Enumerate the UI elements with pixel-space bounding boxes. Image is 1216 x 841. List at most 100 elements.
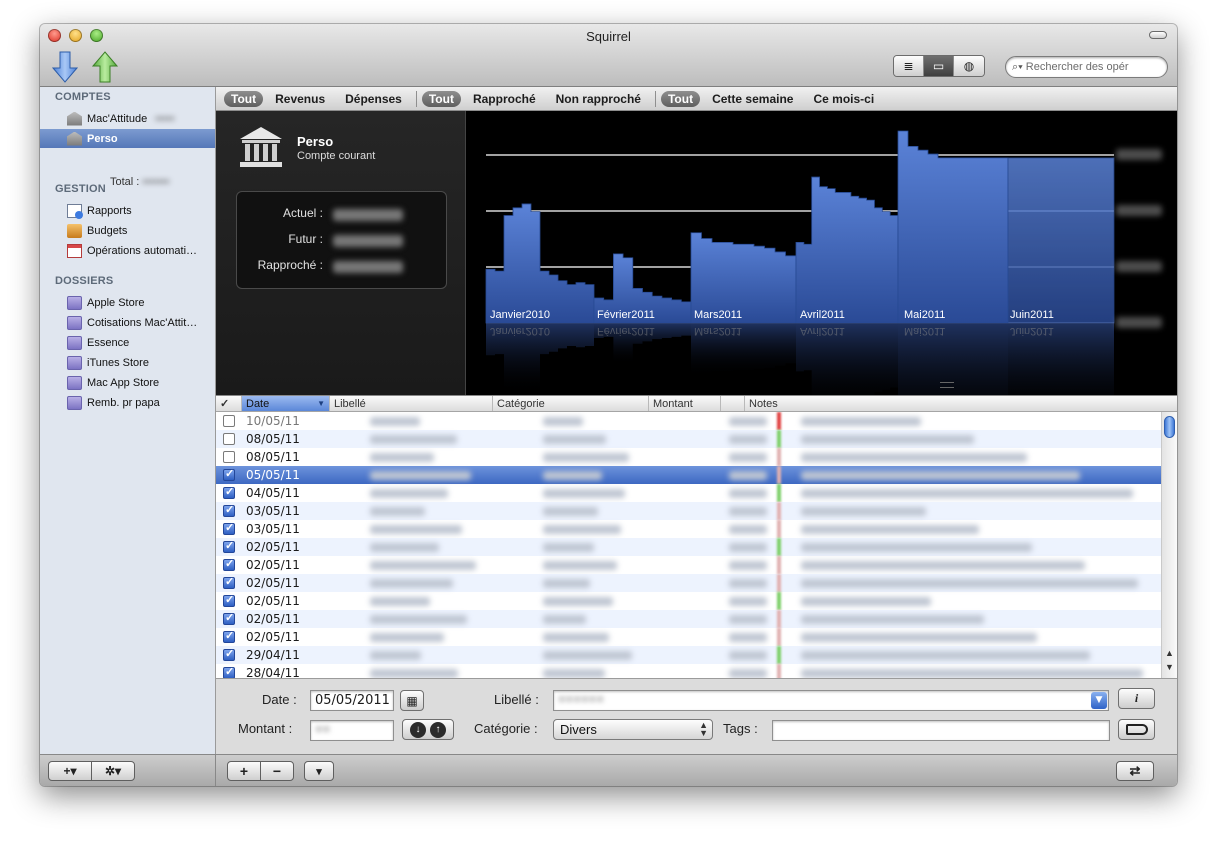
card-view-icon[interactable]: ▭ <box>924 56 954 76</box>
sidebar-account-macattitude[interactable]: Mac'Attitude ••••• <box>40 109 215 128</box>
sidebar-account-perso[interactable]: Perso <box>40 129 215 148</box>
debit-arrow-icon[interactable]: ↓ <box>410 721 426 738</box>
cell-libelle <box>370 650 421 660</box>
table-row[interactable]: 02/05/11 <box>216 592 1161 610</box>
table-row[interactable]: 08/05/11 <box>216 448 1161 466</box>
reconcile-checkbox[interactable] <box>223 557 235 571</box>
tag-button[interactable] <box>1118 719 1155 740</box>
list-view-icon[interactable]: ≣ <box>894 56 924 76</box>
y-axis-labels <box>1116 149 1162 328</box>
reconcile-checkbox[interactable] <box>223 611 235 625</box>
column-check[interactable]: ✓ <box>216 396 242 411</box>
reconcile-checkbox[interactable] <box>223 433 235 445</box>
filter-rapproche[interactable]: Rapproché <box>465 91 544 107</box>
folder-icon <box>67 395 82 410</box>
table-scrollbar[interactable]: ▲ ▼ <box>1161 412 1177 678</box>
date-field[interactable]: 05/05/2011 <box>310 690 394 711</box>
reconcile-checkbox[interactable] <box>223 415 235 427</box>
reconcile-checkbox[interactable] <box>223 503 235 517</box>
table-row[interactable]: 05/05/11 <box>216 466 1161 484</box>
table-row[interactable]: 10/05/11 <box>216 412 1161 430</box>
cell-libelle <box>370 416 420 426</box>
table-row[interactable]: 02/05/11 <box>216 538 1161 556</box>
transactions-table: 10/05/11 08/05/11 08/05/11 05/05/11 04/05/11… <box>216 412 1161 678</box>
reconcile-checkbox[interactable] <box>223 451 235 463</box>
reconcile-checkbox[interactable] <box>223 467 235 481</box>
table-row[interactable]: 03/05/11 <box>216 502 1161 520</box>
reconcile-checkbox[interactable] <box>223 647 235 661</box>
reconcile-checkbox[interactable] <box>223 521 235 535</box>
resize-grip[interactable] <box>940 382 954 388</box>
column-notes[interactable]: Notes <box>745 396 1177 411</box>
reconcile-checkbox[interactable] <box>223 575 235 589</box>
reconcile-checkbox[interactable] <box>223 629 235 643</box>
table-row[interactable]: 29/04/11 <box>216 646 1161 664</box>
table-row[interactable]: 02/05/11 <box>216 628 1161 646</box>
gear-icon[interactable]: ✲▾ <box>91 761 135 781</box>
reconcile-checkbox[interactable] <box>223 539 235 553</box>
info-button[interactable]: i <box>1118 688 1155 709</box>
sidebar-item-budgets[interactable]: Budgets <box>40 221 215 240</box>
sidebar-folder-mac-app-store[interactable]: Mac App Store <box>40 373 215 392</box>
filter-non-rapproche[interactable]: Non rapproché <box>548 91 649 107</box>
calendar-button[interactable]: ▦ <box>400 690 424 711</box>
reconcile-checkbox[interactable] <box>223 665 235 678</box>
sidebar-folder-itunes[interactable]: iTunes Store <box>40 353 215 372</box>
filter-all-period[interactable]: Tout <box>660 90 701 107</box>
chevron-down-icon[interactable]: ▼ <box>1091 692 1107 709</box>
filter-revenus[interactable]: Revenus <box>267 91 333 107</box>
reconcile-checkbox[interactable] <box>223 593 235 607</box>
swap-button[interactable]: ⇄ <box>1116 761 1154 781</box>
cell-categorie <box>543 650 632 660</box>
sidebar-folder-remb-papa[interactable]: Remb. pr papa <box>40 393 215 412</box>
cell-montant <box>729 470 767 480</box>
sidebar-folder-essence[interactable]: Essence <box>40 333 215 352</box>
reconcile-checkbox[interactable] <box>223 485 235 499</box>
balance-chart: Janvier2010 Février2011 Mars2011 Avril2011 M… <box>466 111 1177 395</box>
toggle-editor-button[interactable]: ▾ <box>304 761 334 781</box>
search-field[interactable]: ⌕▾ Rechercher des opér <box>1005 56 1168 78</box>
sidebar-folder-apple-store[interactable]: Apple Store <box>40 293 215 312</box>
categorie-popup[interactable]: Divers ▲ ▼ <box>553 719 713 740</box>
table-row[interactable]: 02/05/11 <box>216 574 1161 592</box>
remove-transaction-button[interactable]: − <box>260 761 294 781</box>
scroll-down-arrow[interactable]: ▼ <box>1165 662 1174 672</box>
column-status[interactable] <box>721 396 745 411</box>
sidebar-item-rapports[interactable]: Rapports <box>40 201 215 220</box>
scroll-thumb[interactable] <box>1164 416 1175 438</box>
table-row[interactable]: 04/05/11 <box>216 484 1161 502</box>
filter-depenses[interactable]: Dépenses <box>337 91 410 107</box>
down-arrow-icon[interactable] <box>52 51 78 83</box>
filter-cette-semaine[interactable]: Cette semaine <box>704 91 801 107</box>
globe-view-icon[interactable]: ◍ <box>954 56 984 76</box>
filter-all-reconcile[interactable]: Tout <box>421 90 461 107</box>
toolbar-toggle-button[interactable] <box>1149 31 1167 39</box>
table-row[interactable]: 03/05/11 <box>216 520 1161 538</box>
scroll-up-arrow[interactable]: ▲ <box>1165 648 1174 658</box>
cell-notes <box>801 434 974 444</box>
cell-categorie <box>543 668 605 678</box>
column-montant[interactable]: Montant <box>649 396 721 411</box>
calendar-icon <box>67 243 82 258</box>
table-row[interactable]: 02/05/11 <box>216 610 1161 628</box>
add-account-button[interactable]: +▾ <box>48 761 92 781</box>
table-row[interactable]: 02/05/11 <box>216 556 1161 574</box>
tags-field[interactable] <box>772 720 1110 741</box>
add-transaction-button[interactable]: + <box>227 761 261 781</box>
table-row[interactable]: 28/04/11 <box>216 664 1161 678</box>
cell-date: 02/05/11 <box>246 612 300 626</box>
cell-notes <box>801 614 984 624</box>
credit-arrow-icon[interactable]: ↑ <box>430 721 446 738</box>
filter-all-type[interactable]: Tout <box>224 90 264 107</box>
sidebar-folder-cotisations[interactable]: Cotisations Mac'Attit… <box>40 313 215 332</box>
column-libelle[interactable]: Libellé <box>330 396 493 411</box>
libelle-field[interactable]: •••••• ▼ <box>553 690 1109 711</box>
column-date[interactable]: Date <box>242 396 330 411</box>
filter-ce-mois[interactable]: Ce mois-ci <box>805 91 882 107</box>
column-categorie[interactable]: Catégorie <box>493 396 649 411</box>
montant-field[interactable]: •• <box>310 720 394 741</box>
sidebar-item-operations-auto[interactable]: Opérations automati… <box>40 241 215 260</box>
table-row[interactable]: 08/05/11 <box>216 430 1161 448</box>
cell-notes <box>801 542 1032 552</box>
up-arrow-icon[interactable] <box>92 51 118 83</box>
